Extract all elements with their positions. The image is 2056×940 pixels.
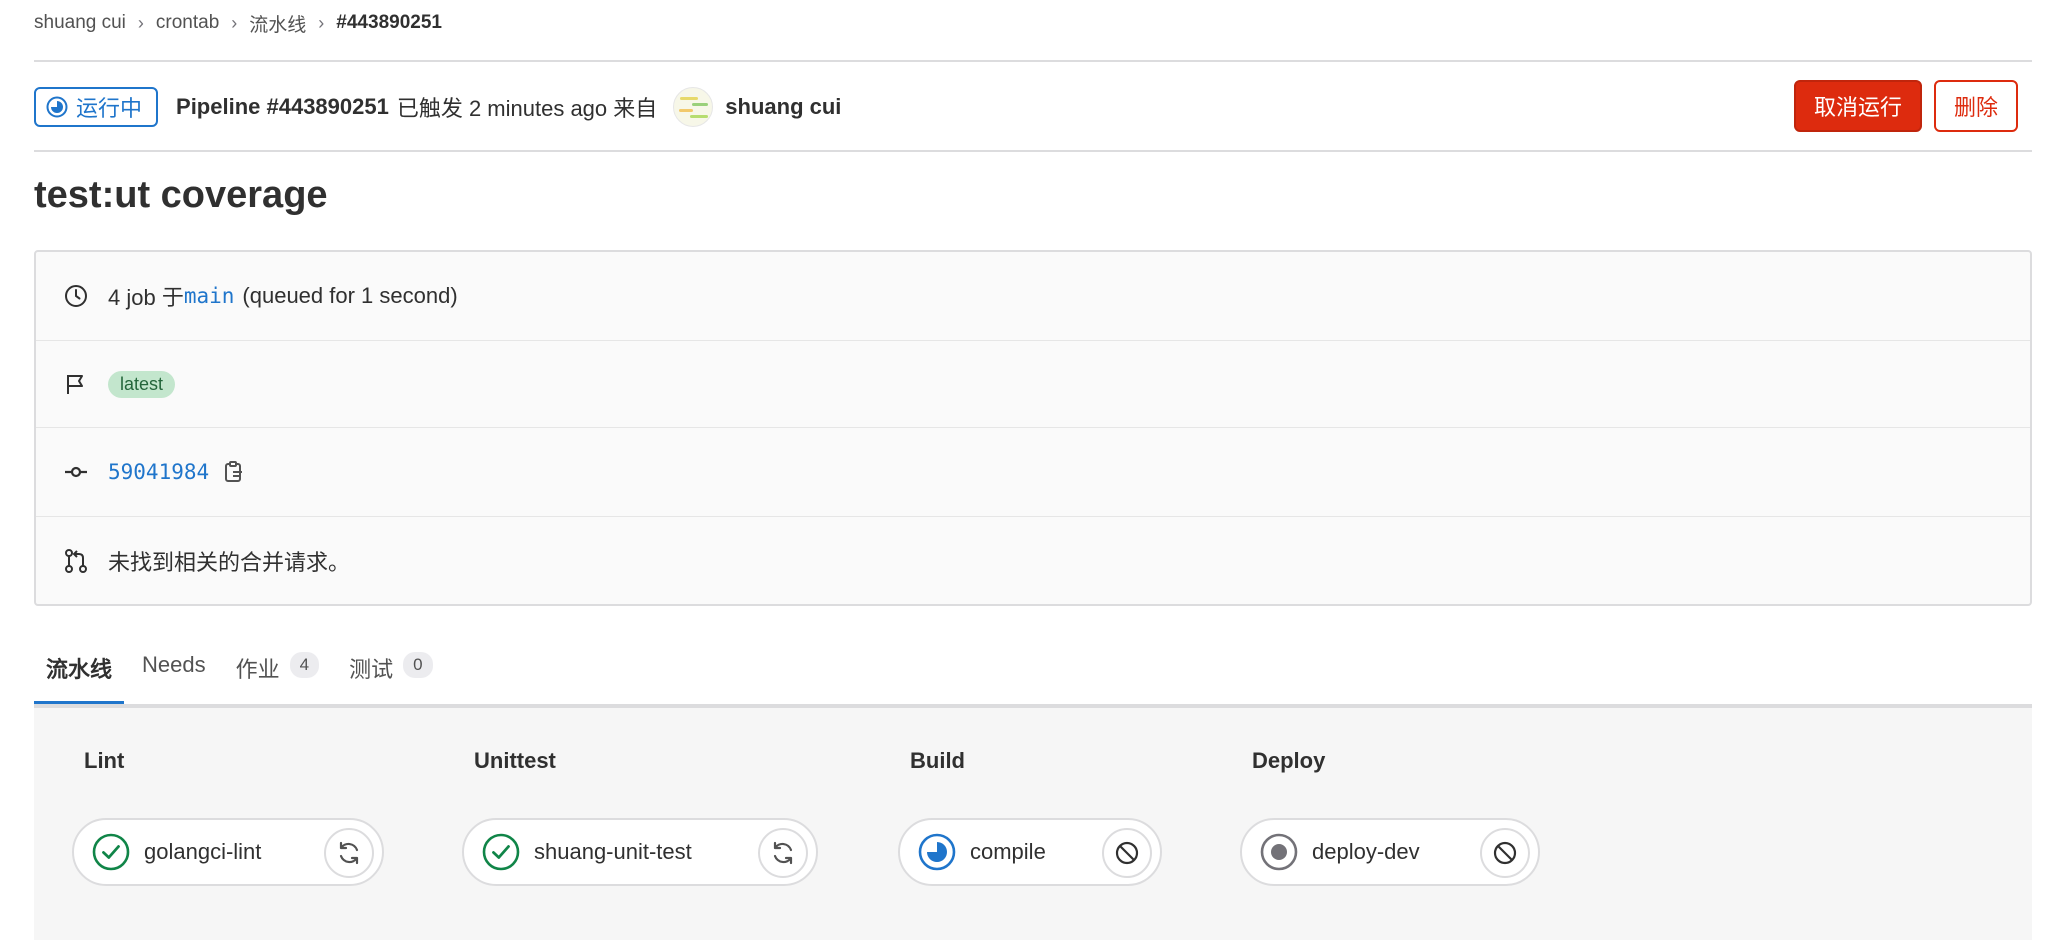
breadcrumb-pipelines[interactable]: 流水线 (249, 10, 306, 37)
pipeline-page: shuang cui › crontab › 流水线 › #443890251 … (34, 0, 2032, 940)
jobs-info-row: 4 job 于 main (queued for 1 second) (36, 252, 2030, 340)
tab-label: 作业 (235, 657, 280, 682)
job-compile[interactable]: compile (898, 818, 1162, 886)
breadcrumb-project[interactable]: crontab (156, 12, 219, 34)
tab-count-badge: 4 (289, 652, 320, 678)
tab-label: 测试 (349, 657, 394, 682)
tab-jobs[interactable]: 作业 4 (224, 648, 331, 704)
merge-request-row: 未找到相关的合并请求。 (36, 517, 2030, 605)
commit-icon (62, 460, 90, 484)
status-label: 运行中 (76, 96, 143, 121)
commit-row: 59041984 (36, 428, 2030, 516)
branch-link[interactable]: main (184, 284, 235, 308)
created-icon (1260, 833, 1298, 871)
page-title: test:ut coverage (34, 174, 328, 216)
job-name: compile (970, 839, 1046, 864)
pipeline-graph: Lint golangci-lint Unittest shuang-unit-… (34, 708, 2032, 940)
job-deploy-dev[interactable]: deploy-dev (1240, 818, 1540, 886)
stage-lint: Lint (84, 748, 124, 776)
breadcrumb-current-pipeline[interactable]: #443890251 (336, 12, 442, 34)
tab-count-badge: 0 (403, 652, 433, 678)
queued-text: (queued for 1 second) (242, 283, 458, 308)
stage-build: Build (910, 748, 965, 776)
retry-icon[interactable] (324, 828, 374, 878)
pipeline-id: Pipeline #443890251 (176, 94, 389, 119)
tab-label: 流水线 (46, 657, 113, 682)
clock-icon (62, 284, 90, 308)
stage-title: Deploy (1252, 748, 1326, 773)
cancel-pipeline-button[interactable]: 取消运行 (1794, 80, 1922, 132)
cancel-icon[interactable] (1102, 828, 1152, 878)
tab-label: Needs (142, 652, 206, 677)
job-name: shuang-unit-test (534, 839, 692, 864)
job-golangci-lint[interactable]: golangci-lint (72, 818, 384, 886)
stage-title: Lint (84, 748, 125, 773)
pipeline-summary: Pipeline #443890251 已触发 2 minutes ago 来自 (176, 91, 657, 123)
merge-request-icon (62, 548, 90, 574)
check-circle-icon (482, 833, 520, 871)
check-circle-icon (92, 833, 130, 871)
commit-sha-link[interactable]: 59041984 (108, 460, 209, 484)
job-name: golangci-lint (144, 839, 262, 864)
running-icon (918, 833, 956, 871)
breadcrumb-separator: › (231, 12, 238, 33)
latest-badge: latest (108, 370, 176, 398)
jobs-count-text: 4 job 于 (108, 285, 184, 310)
retry-icon[interactable] (758, 828, 808, 878)
running-icon (46, 96, 68, 118)
badges-row: latest (36, 341, 2030, 427)
copy-icon[interactable] (223, 460, 245, 484)
avatar[interactable] (673, 87, 714, 127)
breadcrumb-separator: › (137, 12, 144, 33)
triggered-text: 已触发 2 minutes ago 来自 (396, 96, 658, 121)
merge-request-text: 未找到相关的合并请求。 (108, 550, 351, 575)
tab-needs[interactable]: Needs (130, 648, 218, 704)
delete-pipeline-button[interactable]: 删除 (1934, 80, 2018, 132)
pipeline-info-box: 4 job 于 main (queued for 1 second) lates… (34, 250, 2032, 606)
cancel-icon[interactable] (1480, 828, 1530, 878)
job-shuang-unit-test[interactable]: shuang-unit-test (462, 818, 818, 886)
pipeline-tabs: 流水线 Needs 作业 4 测试 0 (34, 648, 451, 704)
flag-icon (62, 372, 90, 396)
stage-title: Unittest (474, 748, 556, 773)
breadcrumb-separator: › (318, 12, 325, 33)
stage-unittest: Unittest (474, 748, 556, 776)
breadcrumb: shuang cui › crontab › 流水线 › #443890251 (34, 8, 442, 38)
divider (34, 60, 2032, 62)
pipeline-header: 运行中 Pipeline #443890251 已触发 2 minutes ag… (34, 80, 2032, 132)
breadcrumb-user[interactable]: shuang cui (34, 12, 126, 34)
divider (34, 150, 2032, 152)
user-name[interactable]: shuang cui (725, 94, 841, 120)
stage-title: Build (910, 748, 965, 773)
tab-tests[interactable]: 测试 0 (337, 648, 444, 704)
tab-pipeline[interactable]: 流水线 (34, 648, 125, 704)
status-badge[interactable]: 运行中 (34, 87, 159, 127)
stage-deploy: Deploy (1252, 748, 1325, 776)
job-name: deploy-dev (1312, 839, 1420, 864)
